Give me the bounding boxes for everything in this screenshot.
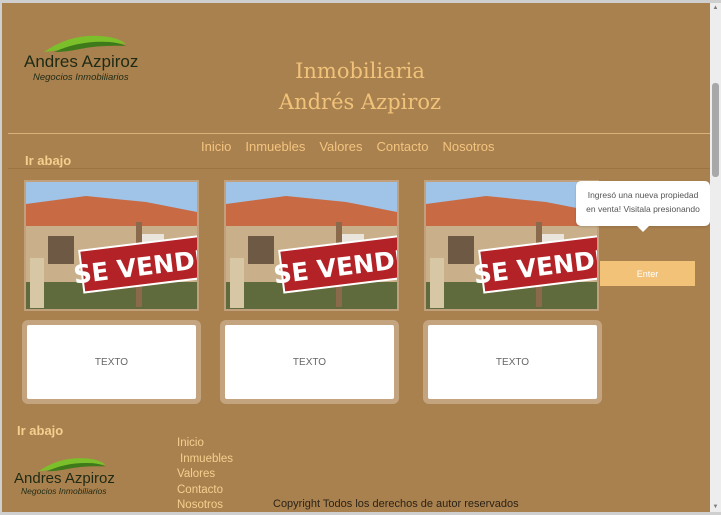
leaf-logo-icon [44,35,126,52]
brand-line-1: Inmobiliaria [295,59,425,83]
main-nav: Inicio Inmuebles Valores Contacto Nosotr… [201,139,495,154]
listing-caption: TEXTO [428,325,597,399]
listing-card-3[interactable]: TEXTO [423,320,602,404]
chevron-down-icon[interactable]: ▼ [710,502,721,512]
listing-photo-3[interactable]: SE VENDE [424,180,599,311]
site-brand-title: Inmobiliaria Andrés Azpiroz [250,56,470,118]
new-property-tooltip: Ingresó una nueva propiedad en venta! Vi… [576,181,710,232]
house-for-sale-image: SE VENDE [26,182,197,309]
ir-abajo-link-top[interactable]: Ir abajo [25,153,71,168]
house-for-sale-image: SE VENDE [426,182,597,309]
vertical-scrollbar[interactable]: ▲ ▼ [710,3,721,512]
header-divider [8,133,710,134]
nav-item-inmuebles[interactable]: Inmuebles [245,139,305,154]
footer-link-inmuebles[interactable]: Inmuebles [177,452,233,468]
logo-name: Andres Azpiroz [14,470,115,487]
footer-link-inicio[interactable]: Inicio [177,436,233,452]
logo-name: Andres Azpiroz [24,52,139,71]
nav-item-inicio[interactable]: Inicio [201,139,231,154]
footer-link-contacto[interactable]: Contacto [177,483,233,499]
footer-nav: Inicio Inmuebles Valores Contacto Nosotr… [177,436,233,514]
brand-line-2: Andrés Azpiroz [278,90,442,114]
listing-card-2[interactable]: TEXTO [220,320,399,404]
logo-tagline: Negocios Inmobiliarios [21,486,107,496]
footer-link-valores[interactable]: Valores [177,467,233,483]
listing-caption: TEXTO [225,325,394,399]
house-for-sale-image: SE VENDE [226,182,397,309]
scrollbar-thumb[interactable] [712,83,719,177]
window-left-border [0,0,2,515]
listing-caption: TEXTO [27,325,196,399]
window-top-border [0,0,721,3]
logo-tagline: Negocios Inmobiliarios [33,72,129,83]
copyright-text: Copyright Todos los derechos de autor re… [273,498,519,510]
listing-photo-2[interactable]: SE VENDE [224,180,399,311]
footer-logo[interactable]: Andres Azpiroz Negocios Inmobiliarios [14,453,138,497]
ir-abajo-link-footer[interactable]: Ir abajo [17,423,63,438]
nav-item-contacto[interactable]: Contacto [376,139,428,154]
listing-card-1[interactable]: TEXTO [22,320,201,404]
header-logo[interactable]: Andres Azpiroz Negocios Inmobiliarios [24,30,154,86]
listing-photo-1[interactable]: SE VENDE [24,180,199,311]
enter-button[interactable]: Enter [600,261,695,286]
nav-item-nosotros[interactable]: Nosotros [443,139,495,154]
nav-divider [8,168,710,169]
nav-item-valores[interactable]: Valores [319,139,362,154]
chevron-up-icon[interactable]: ▲ [710,3,721,13]
